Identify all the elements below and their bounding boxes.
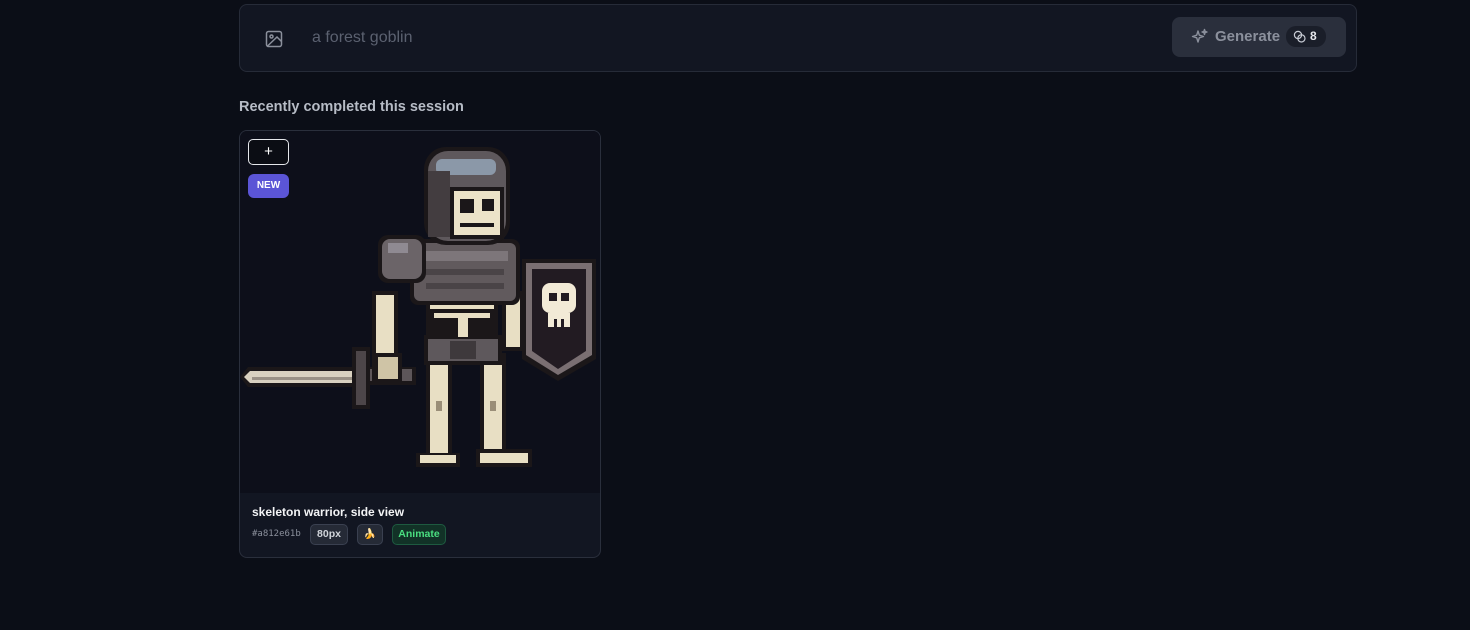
new-badge: NEW	[248, 174, 289, 198]
session-heading: Recently completed this session	[239, 99, 464, 115]
card-title: skeleton warrior, side view	[252, 505, 405, 519]
helmet-graphic	[424, 147, 510, 245]
sprite-card[interactable]: + NEW skeleton warrior, side view #a812e…	[239, 130, 601, 558]
prompt-input[interactable]	[306, 23, 1138, 53]
size-chip: 80px	[310, 524, 348, 545]
coins-icon	[1293, 30, 1306, 43]
card-hash: #a812e61b	[252, 529, 301, 539]
armor-graphic	[378, 235, 520, 305]
banana-icon[interactable]: 🍌	[357, 524, 383, 545]
generate-button[interactable]: Generate 8	[1172, 17, 1346, 57]
skeleton-warrior-sprite	[240, 147, 596, 467]
image-icon[interactable]	[262, 27, 286, 51]
credit-badge: 8	[1286, 26, 1326, 47]
generate-label: Generate	[1215, 28, 1281, 45]
sprite-preview[interactable]	[240, 131, 600, 493]
add-button[interactable]: +	[248, 139, 289, 165]
animate-button[interactable]: Animate	[392, 524, 446, 545]
prompt-bar: Generate 8	[239, 4, 1357, 72]
sparkles-icon	[1191, 28, 1209, 46]
shield-graphic	[522, 259, 596, 381]
credit-count: 8	[1310, 29, 1317, 43]
legs-graphic	[416, 353, 532, 467]
